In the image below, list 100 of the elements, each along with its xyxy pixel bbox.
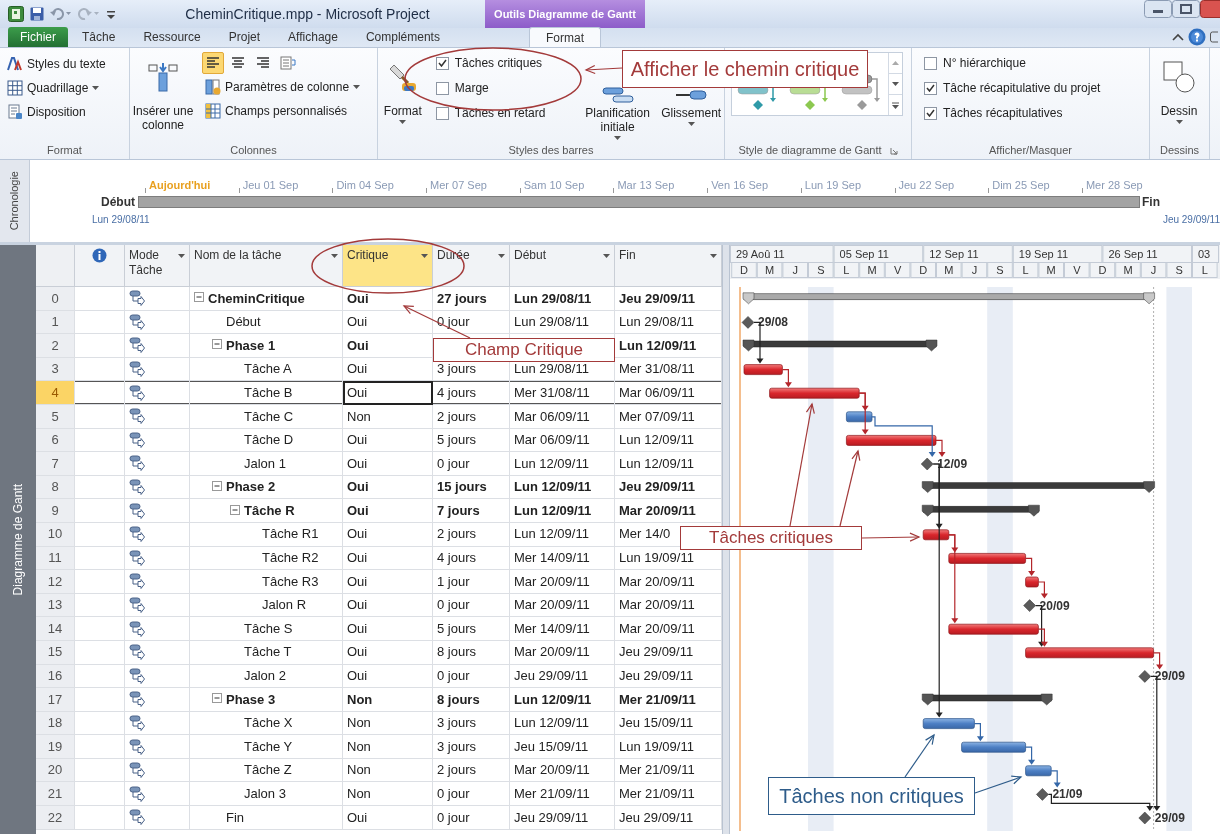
task-name: Phase 2: [226, 478, 276, 497]
task-name: Tâche T: [244, 643, 292, 662]
timeline-date: Mer 28 Sep: [1085, 177, 1143, 193]
duration: 8 jours: [437, 690, 480, 709]
critical-value: Oui: [347, 572, 368, 591]
milestone-date-label: 12/09: [937, 457, 968, 471]
start-date: Lun 12/09/11: [514, 714, 589, 733]
duration: 15 jours: [437, 478, 487, 497]
start-date: Mar 20/09/11: [514, 761, 590, 780]
critical-value: Oui: [347, 336, 369, 355]
checkbox-label: Marge: [454, 80, 489, 97]
timescale-day: L: [1012, 262, 1039, 278]
checkbox-label: Tâches récapitulatives: [943, 105, 1063, 122]
critical-value: Oui: [347, 478, 369, 497]
start-date: Lun 12/09/11: [514, 454, 589, 473]
task-name: Phase 1: [226, 336, 276, 355]
timeline-start-label: Début: [100, 194, 136, 211]
start-date: Mar 20/09/11: [514, 643, 590, 662]
timeline-date: Sam 10 Sep: [523, 177, 585, 193]
start-date: Mar 20/09/11: [514, 572, 590, 591]
milestone-date-label: 29/08: [758, 315, 789, 330]
timeline-date: Mar 13 Sep: [617, 177, 675, 193]
timescale-week: 03: [1192, 245, 1219, 263]
critical-value: Non: [347, 785, 371, 803]
timeline-date: Jeu 01 Sep: [242, 177, 299, 193]
task-name: CheminCritique: [208, 289, 305, 308]
timeline-date: Jeu 22 Sep: [898, 177, 955, 193]
finish-date: Jeu 15/09/11: [619, 714, 694, 733]
task-name: Tâche S: [244, 619, 293, 638]
timescale-day: V: [1064, 262, 1090, 278]
timescale-day: S: [808, 262, 834, 278]
callout-tooltip: Champ Critique: [433, 338, 615, 362]
critical-value: Non: [347, 761, 371, 780]
finish-date: Mer 21/09/11: [619, 690, 696, 709]
duration: 0 jour: [437, 785, 470, 803]
timescale-day: M: [1115, 262, 1141, 278]
duration: 2 jours: [437, 761, 477, 780]
finish-date: Jeu 29/09/11: [619, 643, 694, 662]
panel-label: Chronologie: [7, 171, 22, 231]
finish-date: Mar 20/09/11: [619, 596, 695, 615]
critical-value: Oui: [347, 289, 369, 308]
task-name: Jalon R: [262, 596, 307, 615]
milestone-date-label: 21/09: [1052, 787, 1083, 802]
group-label: Format: [47, 143, 82, 159]
timeline-date: Mer 07 Sep: [430, 177, 487, 193]
finish-date: Jeu 29/09/11: [619, 289, 695, 308]
timeline-date: Dim 25 Sep: [992, 177, 1050, 193]
callout-tooltip: Tâches non critiques: [768, 777, 975, 815]
critical-value: Non: [347, 407, 371, 426]
timeline-date: Dim 04 Sep: [336, 177, 394, 193]
start-date: Mar 20/09/11: [514, 596, 590, 615]
task-name: Jalon 2: [244, 667, 286, 686]
critical-value: Oui: [347, 431, 368, 450]
finish-date: Jeu 29/09/11: [619, 667, 694, 686]
start-date: Jeu 29/09/11: [514, 667, 589, 686]
duration: 0 jour: [437, 667, 470, 686]
critical-value: Oui: [347, 596, 368, 615]
finish-date: Mar 20/09/11: [619, 501, 696, 520]
group-label: Styles des barres: [508, 143, 594, 159]
duration: 8 jours: [437, 643, 477, 662]
duration: 4 jours: [437, 549, 477, 568]
critical-value: Oui: [347, 360, 368, 379]
start-date: Mer 14/09/11: [514, 619, 590, 638]
checkbox-label: Tâches en retard: [454, 105, 546, 122]
task-name: Tâche R1: [262, 525, 319, 544]
finish-date: Mer 31/08/11: [619, 360, 695, 379]
timescale-day: M: [859, 262, 885, 278]
finish-date: Lun 12/09/11: [619, 454, 694, 473]
critical-value: Oui: [347, 501, 369, 520]
timescale-day: J: [1140, 262, 1167, 278]
task-name: Tâche X: [244, 714, 293, 733]
group-label: Colonnes: [230, 143, 277, 159]
contextual-tab-group: Outils Diagramme de Gantt: [485, 0, 645, 28]
critical-value: Oui: [347, 525, 368, 544]
task-name: Tâche R2: [262, 549, 319, 568]
start-date: Lun 12/09/11: [514, 690, 592, 709]
timescale-day: L: [833, 262, 860, 278]
critical-value: Non: [347, 714, 371, 733]
milestone-date-label: 20/09: [1039, 598, 1070, 613]
finish-date: Mar 20/09/11: [619, 572, 695, 591]
start-date: Jeu 15/09/11: [514, 737, 589, 756]
timescale-week: 05 Sep 11: [833, 245, 924, 263]
timeline-date: Ven 16 Sep: [711, 177, 768, 193]
duration: 3 jours: [437, 737, 477, 756]
timescale-day: M: [756, 262, 783, 278]
duration: 4 jours: [437, 383, 477, 402]
task-name: Tâche Z: [244, 761, 292, 780]
start-date: Mar 06/09/11: [514, 407, 590, 426]
timescale-day: M: [1038, 262, 1064, 278]
finish-date: Lun 12/09/11: [619, 431, 694, 450]
start-date: Lun 12/09/11: [514, 525, 589, 544]
duration: 3 jours: [437, 360, 477, 379]
task-name: Jalon 1: [244, 454, 286, 473]
critical-value: Oui: [347, 808, 368, 827]
start-date: Mer 21/09/11: [514, 785, 590, 803]
finish-date: Jeu 29/09/11: [619, 478, 695, 497]
view-bar-label: Diagramme de Gantt: [10, 483, 26, 596]
task-name: Début: [226, 313, 261, 332]
finish-date: Lun 19/09/11: [619, 737, 694, 756]
task-name: Tâche R: [244, 501, 295, 520]
